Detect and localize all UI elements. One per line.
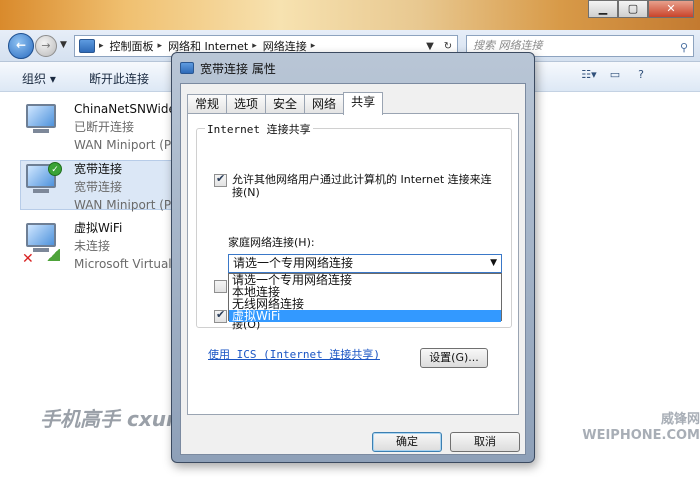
preview-pane-icon[interactable]: ▭ <box>602 68 628 86</box>
settings-button[interactable]: 设置(G)... <box>420 348 488 368</box>
chevron-down-icon[interactable]: ▼ <box>490 255 497 272</box>
tab-options[interactable]: 选项 <box>226 94 267 114</box>
window-controls: ▁ ▢ ✕ <box>588 0 694 18</box>
window-title-bar: ▁ ▢ ✕ <box>0 0 700 32</box>
connection-status: 未连接 <box>74 239 111 253</box>
ok-button[interactable]: 确定 <box>372 432 442 452</box>
allow-control-checkbox[interactable] <box>214 280 227 293</box>
close-icon[interactable]: ✕ <box>648 0 694 18</box>
refresh-icon[interactable]: ↻ <box>439 41 457 52</box>
organize-button[interactable]: 组织 ▾ <box>22 70 56 87</box>
home-network-dropdown: 请选一个专用网络连接 本地连接 无线网络连接 虚拟WiFi <box>228 273 502 322</box>
tab-networking[interactable]: 网络 <box>304 94 345 114</box>
dialog-body: 常规 选项 安全 网络 共享 Internet 连接共享 允许其他网络用户通过此… <box>180 83 526 455</box>
tab-strip: 常规 选项 安全 网络 共享 <box>187 92 384 115</box>
connection-name: 虚拟WiFi <box>74 221 123 235</box>
connection-text: ChinaNetSNWide 已断开连接 WAN Miniport (P <box>74 100 176 154</box>
search-placeholder: 搜索 网络连接 <box>473 39 543 52</box>
home-network-select[interactable]: 请选一个专用网络连接 ▼ <box>228 254 502 273</box>
connection-icon <box>180 62 194 74</box>
network-adapter-icon: ✓ <box>22 162 62 200</box>
view-options-icon[interactable]: ☷▾ <box>576 68 602 86</box>
back-arrow-icon[interactable]: ← <box>8 33 34 59</box>
home-network-label: 家庭网络连接(H): <box>228 236 315 249</box>
control-panel-icon <box>79 39 95 53</box>
tab-general[interactable]: 常规 <box>187 94 228 114</box>
chevron-right-icon[interactable]: ▸ <box>99 41 104 51</box>
connection-device: Microsoft Virtual <box>74 257 172 271</box>
watermark-right: 威锋网 WEIPHONE.COM <box>582 412 700 443</box>
third-checkbox[interactable] <box>214 308 227 323</box>
allow-share-label: 允许其他网络用户通过此计算机的 Internet 连接来连接(N) <box>232 173 492 199</box>
search-icon[interactable]: ⚲ <box>680 38 688 58</box>
network-adapter-icon <box>22 102 60 140</box>
cancel-button[interactable]: 取消 <box>450 432 520 452</box>
disconnected-x-icon: ✕ <box>22 251 34 267</box>
connection-text: 宽带连接 宽带连接 WAN Miniport (P <box>74 160 171 214</box>
network-adapter-icon: ✕ <box>22 221 60 267</box>
dialog-title: 宽带连接 属性 <box>200 61 276 76</box>
chevron-right-icon[interactable]: ▸ <box>252 41 257 51</box>
chevron-right-icon[interactable]: ▸ <box>311 41 316 51</box>
ics-help-link[interactable]: 使用 ICS (Internet 连接共享) <box>208 346 380 362</box>
minimize-icon[interactable]: ▁ <box>588 0 618 18</box>
connection-status: 宽带连接 <box>74 180 123 194</box>
chevron-down-icon[interactable]: ▼ <box>421 41 439 52</box>
breadcrumb-control-panel[interactable]: 控制面板 <box>110 38 154 54</box>
chevron-right-icon[interactable]: ▸ <box>158 41 163 51</box>
connection-status: 已断开连接 <box>74 120 135 134</box>
tab-security[interactable]: 安全 <box>265 94 306 114</box>
disconnect-button[interactable]: 断开此连接 <box>89 70 149 87</box>
connection-text: 虚拟WiFi 未连接 Microsoft Virtual <box>74 219 172 273</box>
dialog-title-bar: 宽带连接 属性 <box>180 59 276 77</box>
connection-device: WAN Miniport (P <box>74 198 172 212</box>
sharing-panel: Internet 连接共享 允许其他网络用户通过此计算机的 Internet 连… <box>187 113 519 415</box>
connection-device: WAN Miniport (P <box>74 138 172 152</box>
tab-sharing[interactable]: 共享 <box>343 92 384 115</box>
view-controls: ☷▾ ▭ ? <box>576 68 654 86</box>
group-title: Internet 连接共享 <box>205 121 313 137</box>
history-dropdown-icon[interactable]: ▼ <box>60 40 67 50</box>
select-value: 请选一个专用网络连接 <box>233 256 354 270</box>
maximize-icon[interactable]: ▢ <box>618 0 648 18</box>
connection-name: 宽带连接 <box>74 162 123 176</box>
address-tail: ▼ ↻ <box>421 41 457 52</box>
check-icon: ✓ <box>48 162 62 176</box>
allow-share-checkbox[interactable] <box>214 172 227 187</box>
help-icon[interactable]: ? <box>628 68 654 86</box>
dropdown-option-highlighted[interactable]: 虚拟WiFi <box>229 310 501 322</box>
properties-dialog: 宽带连接 属性 常规 选项 安全 网络 共享 Internet 连接共享 允许其… <box>171 52 535 463</box>
forward-arrow-icon[interactable]: → <box>35 35 57 57</box>
connection-name: ChinaNetSNWide <box>74 102 176 116</box>
signal-bars-icon <box>46 249 60 261</box>
